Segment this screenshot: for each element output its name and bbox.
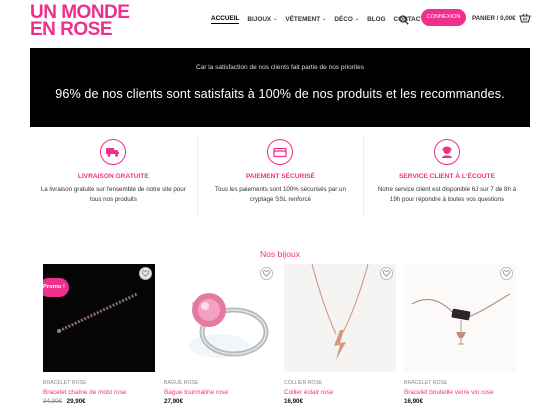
heart-icon[interactable] [139,267,152,280]
nav-item-label: DÉCO [334,15,353,23]
feature-description: Tous les paiements sont 100% sécurisés p… [214,186,346,203]
nav-item-vetement[interactable]: VÊTEMENT ⌄ [285,16,326,23]
features-row: LIVRAISON GRATUITE La livraison gratuite… [30,136,530,216]
nav-item-blog[interactable]: BLOG [367,16,385,23]
product-card[interactable]: Promo ! BRACELET ROSE Bracelet chaîne de… [43,264,155,414]
product-price: 34,90€ 29,90€ [43,398,86,405]
feature-title: PAIEMENT SÉCURISÉ [245,173,315,180]
product-image[interactable] [404,264,516,372]
satisfaction-banner: Car la satisfaction de nos clients fait … [30,48,530,127]
site-header: UN MONDE EN ROSE ACCUEIL BIJOUX ⌄ VÊTEME… [0,0,560,42]
banner-subtitle: Car la satisfaction de nos clients fait … [195,64,364,71]
product-current-price: 16,90€ [284,398,303,405]
truck-icon [100,139,127,165]
nav-item-label: BIJOUX [247,15,272,23]
section-title: Nos bijoux [259,249,301,259]
product-card[interactable]: COLLIER ROSE Collier éclair rose 16,90€ [284,264,396,414]
product-price: 27,90€ [164,398,183,405]
product-card[interactable]: BRACELET ROSE Bracelet bouteille verre v… [404,264,516,414]
product-image[interactable] [164,264,276,372]
login-button[interactable]: CONNEXION [421,9,466,26]
chevron-down-icon: ⌄ [354,16,360,22]
support-agent-icon [433,139,460,165]
product-image[interactable] [284,264,396,372]
site-logo[interactable]: UN MONDE EN ROSE [30,3,150,40]
chevron-down-icon: ⌄ [322,16,327,22]
feature-free-delivery: LIVRAISON GRATUITE La livraison gratuite… [30,136,197,216]
feature-title: SERVICE CLIENT À L'ÉCOUTE [399,173,495,180]
feature-secure-payment: PAIEMENT SÉCURISÉ Tous les paiements son… [196,136,364,216]
logo-line-2: EN ROSE [30,19,113,40]
product-category: BRACELET ROSE [404,380,448,386]
basket-icon [518,13,531,23]
banner-title: 96% de nos clients sont satisfaits à 100… [55,87,505,101]
nav-item-bijoux[interactable]: BIJOUX ⌄ [247,16,277,23]
product-price: 16,90€ [404,398,423,405]
heart-icon[interactable] [380,267,393,280]
feature-title: LIVRAISON GRATUITE [77,173,149,180]
product-name[interactable]: Collier éclair rose [284,389,333,396]
product-current-price: 27,90€ [164,398,183,405]
feature-customer-service: SERVICE CLIENT À L'ÉCOUTE Notre service … [363,136,530,216]
product-image[interactable]: Promo ! [43,264,155,372]
product-name[interactable]: Bague tourmaline rose [164,389,228,396]
product-category: COLLIER ROSE [284,380,323,386]
credit-card-icon [267,139,294,165]
product-current-price: 16,90€ [404,398,423,405]
nav-item-label: BLOG [367,15,386,23]
nav-item-label: ACCUEIL [211,14,240,22]
cart-link[interactable]: PANIER / 0,00€ [472,13,531,23]
search-icon[interactable] [399,12,409,25]
chevron-down-icon: ⌄ [273,16,278,22]
feature-description: La livraison gratuite sur l'ensemble de … [40,186,186,203]
nav-item-label: VÊTEMENT [285,15,321,23]
heart-icon[interactable] [500,267,513,280]
nav-item-deco[interactable]: DÉCO ⌄ [334,16,359,23]
heart-icon[interactable] [260,267,273,280]
product-price: 16,90€ [284,398,303,405]
feature-description: Notre service client est disponible 6J s… [377,186,517,203]
product-name[interactable]: Bracelet chaîne de moto rose [43,389,126,396]
cart-label: PANIER / 0,00€ [472,14,516,22]
product-category: BAGUE ROSE [164,380,199,386]
promo-badge: Promo ! [43,278,69,297]
product-card[interactable]: BAGUE ROSE Bague tourmaline rose 27,90€ [164,264,276,414]
nav-item-accueil[interactable]: ACCUEIL [211,14,240,24]
product-name[interactable]: Bracelet bouteille verre vin rose [404,389,494,396]
product-current-price: 29,90€ [66,398,86,405]
product-old-price: 34,90€ [43,398,62,405]
product-category: BRACELET ROSE [43,380,87,386]
